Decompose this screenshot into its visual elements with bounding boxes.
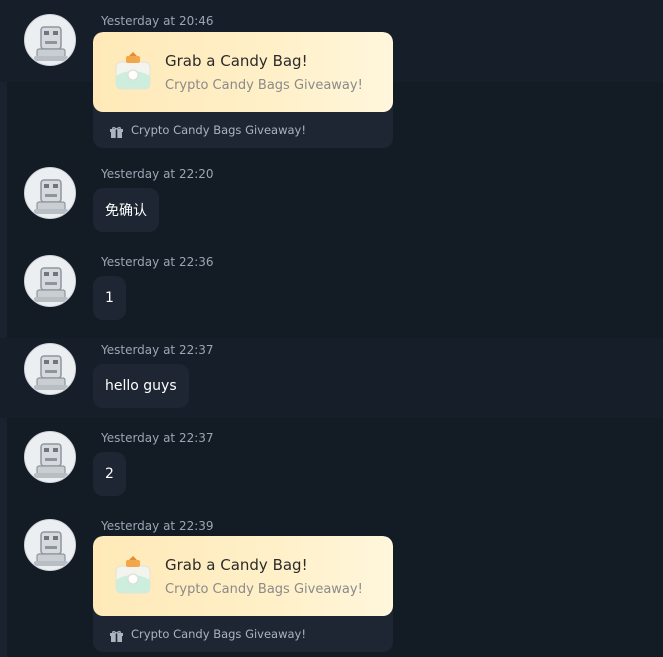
gift-icon (110, 124, 123, 138)
message-bubble[interactable]: 免确认 (93, 188, 159, 232)
message-bubble[interactable]: 1 (93, 276, 126, 320)
robot-avatar-icon[interactable] (24, 343, 76, 395)
robot-avatar-icon[interactable] (24, 255, 76, 307)
giveaway-card-banner[interactable]: Grab a Candy Bag! Crypto Candy Bags Give… (93, 536, 393, 616)
gift-icon (110, 628, 123, 642)
giveaway-card-banner[interactable]: Grab a Candy Bag! Crypto Candy Bags Give… (93, 32, 393, 112)
message-timestamp: Yesterday at 22:36 (101, 255, 214, 269)
giveaway-card[interactable]: Grab a Candy Bag! Crypto Candy Bags Give… (93, 32, 393, 148)
message-timestamp: Yesterday at 20:46 (101, 14, 214, 28)
card-footer: Crypto Candy Bags Giveaway! (93, 616, 393, 652)
candy-bag-icon (113, 556, 153, 596)
candy-bag-icon (113, 52, 153, 92)
card-subtitle: Crypto Candy Bags Giveaway! (165, 78, 363, 93)
card-title: Grab a Candy Bag! (165, 556, 308, 574)
robot-avatar-icon[interactable] (24, 519, 76, 571)
message-timestamp: Yesterday at 22:37 (101, 431, 214, 445)
message-bubble[interactable]: hello guys (93, 364, 189, 408)
message-timestamp: Yesterday at 22:37 (101, 343, 214, 357)
robot-avatar-icon[interactable] (24, 167, 76, 219)
card-subtitle: Crypto Candy Bags Giveaway! (165, 582, 363, 597)
message-timestamp: Yesterday at 22:39 (101, 519, 214, 533)
message-bubble[interactable]: 2 (93, 452, 126, 496)
message-timestamp: Yesterday at 22:20 (101, 167, 214, 181)
card-footer-label: Crypto Candy Bags Giveaway! (131, 627, 306, 641)
robot-avatar-icon[interactable] (24, 14, 76, 66)
card-title: Grab a Candy Bag! (165, 52, 308, 70)
robot-avatar-icon[interactable] (24, 431, 76, 483)
card-footer: Crypto Candy Bags Giveaway! (93, 112, 393, 148)
card-footer-label: Crypto Candy Bags Giveaway! (131, 123, 306, 137)
giveaway-card[interactable]: Grab a Candy Bag! Crypto Candy Bags Give… (93, 536, 393, 652)
